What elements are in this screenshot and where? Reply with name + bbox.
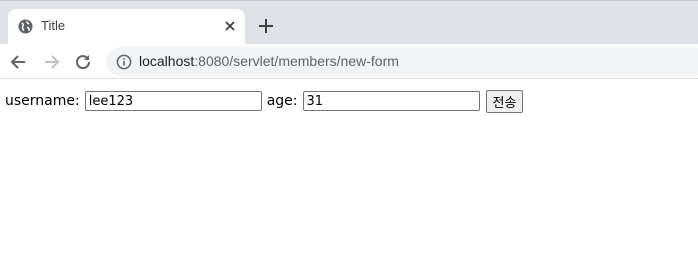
- url-host: localhost: [139, 53, 195, 69]
- close-icon[interactable]: [222, 18, 238, 34]
- url-text[interactable]: localhost:8080/servlet/members/new-form: [139, 53, 399, 70]
- username-input[interactable]: [84, 91, 262, 111]
- age-input[interactable]: [302, 91, 480, 111]
- page-content: username: age: 전송: [0, 80, 698, 260]
- info-icon[interactable]: [116, 54, 132, 70]
- tab-title: Title: [41, 18, 66, 33]
- plus-icon[interactable]: [257, 17, 275, 35]
- reload-icon[interactable]: [73, 52, 93, 72]
- arrow-right-icon[interactable]: [41, 52, 61, 72]
- url-path: :8080/servlet/members/new-form: [194, 53, 399, 69]
- username-label: username:: [5, 93, 80, 109]
- globe-icon: [18, 19, 33, 34]
- tab-strip: Title: [0, 0, 698, 45]
- tab-active[interactable]: Title: [8, 9, 245, 45]
- arrow-left-icon[interactable]: [9, 52, 29, 72]
- browser-window: Title localhost:8080/servlet/members/new…: [0, 0, 698, 260]
- submit-button[interactable]: 전송: [485, 89, 524, 113]
- age-label: age:: [266, 93, 298, 109]
- member-form: username: age: 전송: [5, 89, 524, 113]
- toolbar: localhost:8080/servlet/members/new-form: [0, 44, 698, 79]
- address-bar[interactable]: localhost:8080/servlet/members/new-form: [106, 47, 698, 76]
